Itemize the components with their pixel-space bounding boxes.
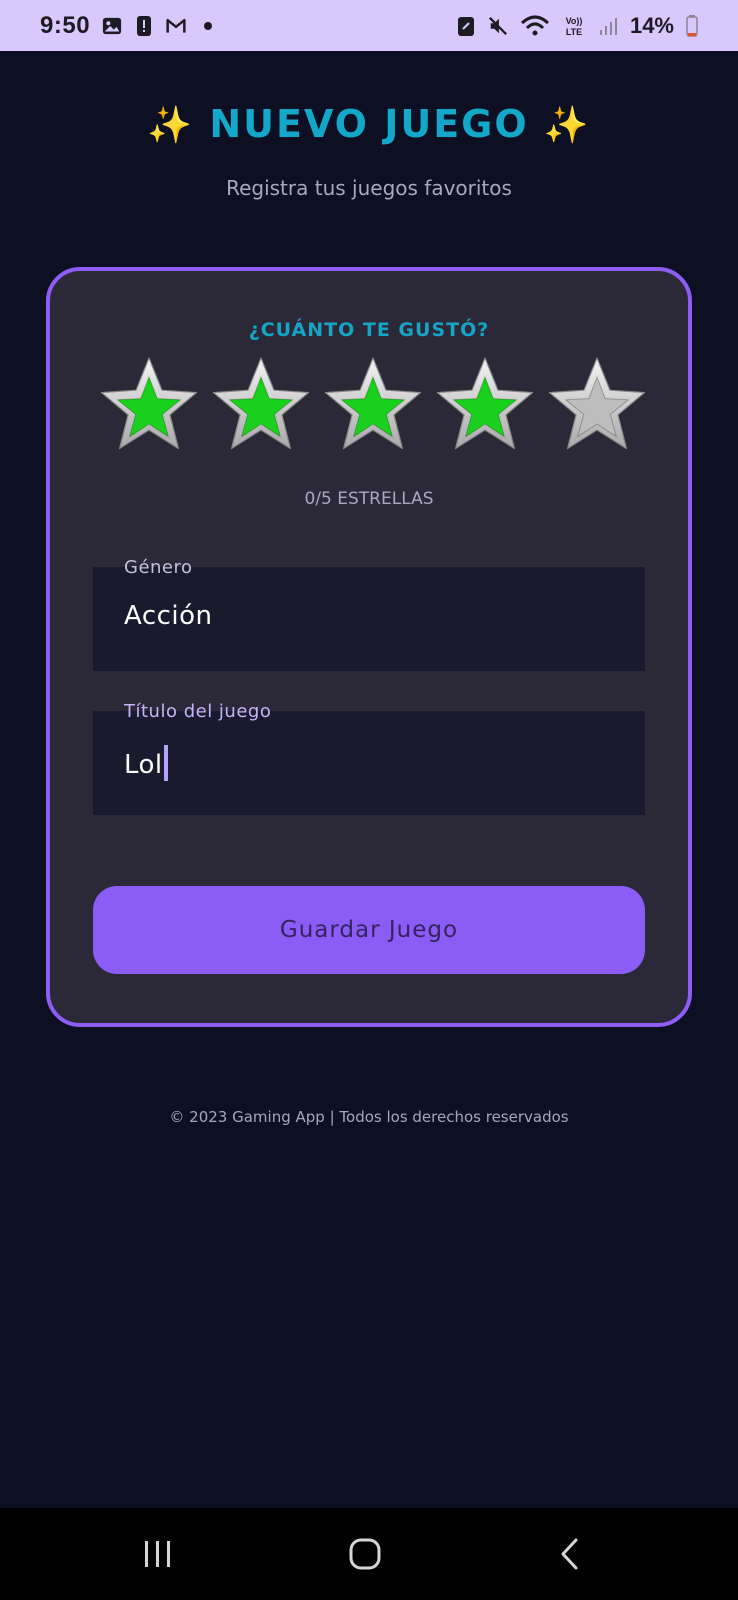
status-time: 9:50 [40,11,91,39]
game-title-value: Lol [124,750,163,780]
game-form-card: ¿CUÁNTO TE GUSTÓ? 0/5 ESTRELLAS Género A… [46,267,692,1027]
genre-field[interactable]: Género Acción [93,557,645,671]
recent-apps-icon[interactable] [128,1530,188,1578]
game-title-field[interactable]: Título del juego Lol [93,701,645,815]
game-title-label: Título del juego [124,701,272,722]
home-icon[interactable] [335,1530,395,1578]
game-title-input[interactable]: Lol [124,745,168,781]
dot-icon [198,15,218,37]
alert-icon [134,15,154,37]
genre-label: Género [124,557,193,578]
gmail-icon [166,15,186,37]
rating-question: ¿CUÁNTO TE GUSTÓ? [248,319,490,341]
status-bar: 9:50 Vo)) LTE 14% [0,0,738,51]
genre-value[interactable]: Acción [124,601,213,631]
wifi-icon [520,15,550,37]
star-filled-icon[interactable] [434,355,536,455]
battery-icon [686,14,698,37]
text-cursor [163,745,168,781]
star-filled-icon[interactable] [210,355,312,455]
signal-icon [598,15,618,37]
mute-icon [488,15,508,37]
star-filled-icon[interactable] [98,355,200,455]
rating-count: 0/5 ESTRELLAS [304,489,434,509]
image-icon [102,15,122,37]
battery-saver-icon [456,15,476,37]
volte-icon: Vo)) LTE [562,15,586,37]
star-empty-icon[interactable] [546,355,648,455]
svg-text:Vo)): Vo)) [566,16,583,26]
save-game-button[interactable]: Guardar Juego [93,886,645,974]
sparkle-icon: ✨ [543,105,591,146]
svg-text:LTE: LTE [566,27,582,37]
battery-percent: 14% [629,12,674,38]
page-title: ✨ NUEVO JUEGO ✨ [0,102,738,146]
star-filled-icon[interactable] [322,355,424,455]
star-rating [98,355,648,455]
sparkle-icon: ✨ [147,105,195,146]
back-icon[interactable] [540,1530,600,1578]
footer-copyright: © 2023 Gaming App | Todos los derechos r… [169,1108,569,1126]
page-subtitle: Registra tus juegos favoritos [226,176,512,200]
page-title-text: NUEVO JUEGO [209,102,529,146]
navigation-bar [0,1508,738,1600]
